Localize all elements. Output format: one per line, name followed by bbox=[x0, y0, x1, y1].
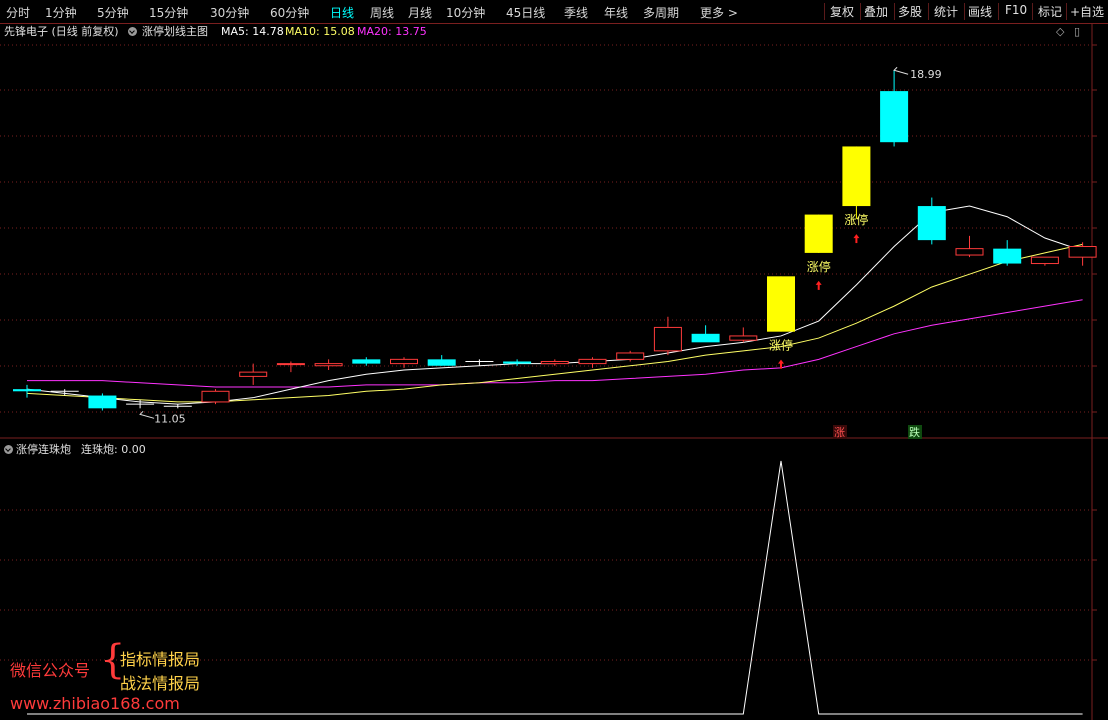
limit-up-label: 涨停 bbox=[807, 259, 831, 274]
candle-body bbox=[804, 214, 833, 253]
candle-body bbox=[314, 363, 343, 367]
high-pointer bbox=[893, 66, 909, 75]
candle-body bbox=[13, 389, 41, 392]
watermark-line1: 指标情报局 bbox=[120, 650, 201, 669]
candle-body bbox=[352, 359, 381, 364]
candle-body bbox=[993, 248, 1022, 264]
fall-tag-text: 跌 bbox=[909, 425, 920, 439]
candle-body bbox=[653, 326, 682, 352]
limit-up-label: 涨停 bbox=[844, 212, 868, 227]
candle-body bbox=[276, 363, 305, 366]
candle-body bbox=[427, 359, 456, 366]
candle-body bbox=[88, 395, 117, 409]
candle-body bbox=[390, 358, 418, 365]
candle-body bbox=[239, 371, 268, 377]
candle-body bbox=[201, 390, 230, 403]
candle-body bbox=[1068, 246, 1097, 258]
candle-body bbox=[955, 248, 984, 256]
candle-body bbox=[691, 333, 720, 343]
low-price-label: 11.05 bbox=[154, 412, 186, 425]
candle-body bbox=[1030, 256, 1059, 265]
watermark-account: 微信公众号 bbox=[10, 661, 91, 680]
candle-body bbox=[842, 146, 871, 207]
candle-body bbox=[767, 276, 795, 332]
kline-chart[interactable]: 涨停涨停涨停18.9911.05涨跌 bbox=[0, 0, 1108, 720]
candle-body bbox=[729, 335, 758, 341]
candle-body bbox=[578, 358, 607, 365]
candle-body bbox=[616, 352, 645, 360]
watermark-line2: 战法情报局 bbox=[120, 674, 201, 693]
watermark-site: www.zhibiao168.com bbox=[10, 694, 180, 713]
ma10-line bbox=[26, 243, 1083, 403]
rise-tag-text: 涨 bbox=[834, 426, 845, 439]
high-price-label: 18.99 bbox=[910, 68, 942, 81]
candle-body bbox=[503, 361, 532, 364]
candle-body bbox=[540, 360, 569, 365]
candle-body bbox=[917, 206, 946, 241]
limit-up-label: 涨停 bbox=[769, 338, 793, 353]
candle-body bbox=[880, 91, 909, 143]
